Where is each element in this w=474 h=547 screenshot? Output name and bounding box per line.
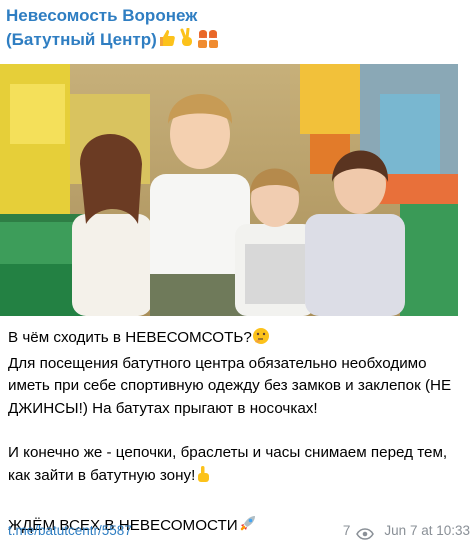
channel-title-line2: (Батутный Центр): [6, 30, 157, 49]
message-body-2: И конечно же - цепочки, браслеты и часы …: [8, 444, 448, 484]
thumbs-up-icon: [157, 28, 177, 55]
post-permalink[interactable]: t.me/batutcentr/5587: [8, 520, 132, 542]
channel-post: Невесомость Воронеж (Батутный Центр) В ч…: [0, 0, 474, 547]
post-timestamp: Jun 7 at 10:33: [384, 523, 470, 538]
channel-title-line1: Невесомость Воронеж: [6, 6, 198, 25]
channel-title[interactable]: Невесомость Воронеж (Батутный Центр): [6, 4, 466, 55]
view-count: 7: [342, 523, 351, 538]
post-meta: 7 Jun 7 at 10:33: [343, 520, 470, 542]
two-women-icon: [197, 28, 219, 55]
victory-hand-icon: [177, 27, 197, 55]
message-paragraph-2: И конечно же - цепочки, браслеты и часы …: [8, 442, 470, 490]
message-body-1: Для посещения батутного центра обязатель…: [8, 354, 452, 417]
girl-1: [72, 134, 152, 316]
group-photo-image[interactable]: [0, 64, 458, 316]
thinking-face-icon: [252, 327, 270, 353]
post-footer: t.me/batutcentr/5587 7 Jun 7 at 10:33: [8, 520, 470, 542]
eye-icon: [356, 525, 375, 540]
index-pointing-up-icon: [195, 465, 211, 491]
post-header: Невесомость Воронеж (Батутный Центр): [0, 0, 474, 62]
message-paragraph-1: В чём сходить в НЕВЕСОМСОТЬ? Для посещен…: [8, 327, 470, 420]
message-line-1: В чём сходить в НЕВЕСОМСОТЬ?: [8, 329, 252, 346]
message-text: В чём сходить в НЕВЕСОМСОТЬ? Для посещен…: [8, 327, 470, 540]
